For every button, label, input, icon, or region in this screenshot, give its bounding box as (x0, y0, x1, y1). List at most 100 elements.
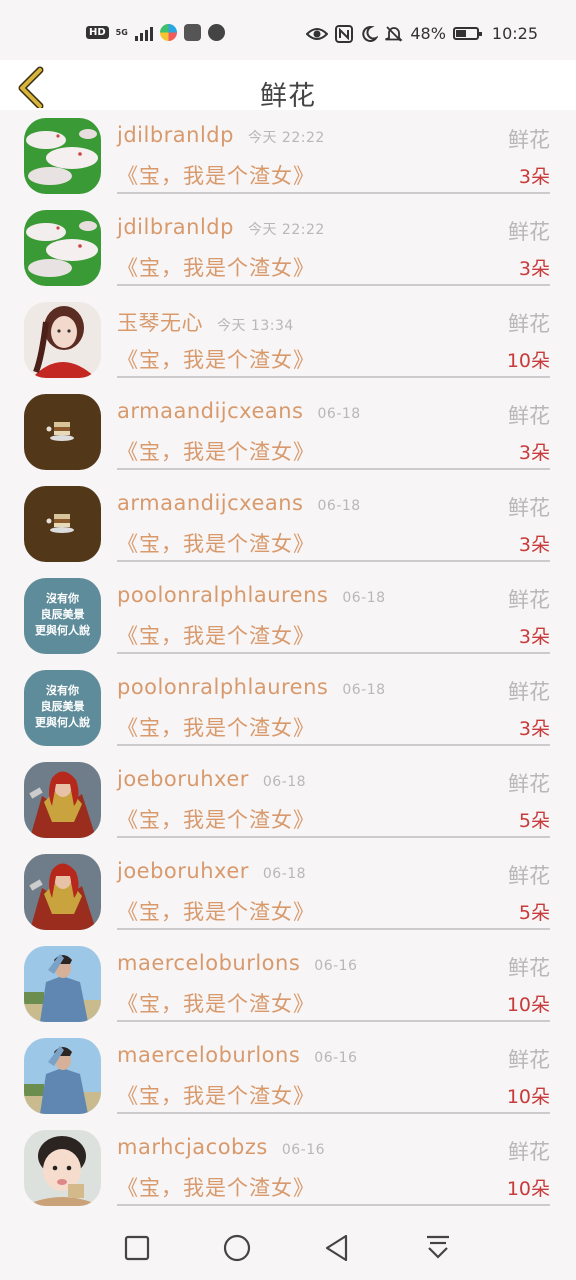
list-item[interactable]: maerceloburlons 06-16 鲜花 《宝，我是个渣女》 10朵 (0, 938, 576, 1030)
avatar[interactable] (24, 486, 101, 562)
list-item[interactable]: armaandijcxeans 06-18 鲜花 《宝，我是个渣女》 3朵 (0, 478, 576, 570)
list-item[interactable]: 沒有你良辰美景更與何人說 poolonralphlaurens 06-18 鲜花《宝，… (0, 570, 576, 662)
work-title[interactable]: 《宝，我是个渣女》 (117, 1080, 315, 1110)
list-item[interactable]: armaandijcxeans 06-18 鲜花 《宝，我是个渣女》 3朵 (0, 386, 576, 478)
work-title[interactable]: 《宝，我是个渣女》 (117, 620, 315, 650)
gift-count: 3朵 (518, 258, 550, 280)
svg-text:沒有你: 沒有你 (46, 591, 79, 605)
avatar[interactable] (24, 946, 101, 1022)
gift-type: 鲜花 (508, 404, 550, 428)
work-title[interactable]: 《宝，我是个渣女》 (117, 804, 315, 834)
work-title[interactable]: 《宝，我是个渣女》 (117, 160, 315, 190)
gift-count: 10朵 (506, 350, 550, 372)
silent-bell-icon (385, 25, 404, 42)
work-title[interactable]: 《宝，我是个渣女》 (117, 528, 315, 558)
divider (117, 468, 550, 470)
work-title[interactable]: 《宝，我是个渣女》 (117, 252, 315, 282)
gift-count: 3朵 (518, 718, 550, 740)
gift-count: 10朵 (506, 1086, 550, 1108)
network-type: 5G (115, 27, 128, 37)
moon-icon (362, 25, 379, 42)
username[interactable]: marhcjacobzs (117, 1135, 268, 1159)
list-item[interactable]: jdilbranldp 今天 22:22 鲜花《宝，我是个渣女》 3朵 (0, 202, 576, 294)
sender-name[interactable]: jdilbranldp 今天 22:22 (117, 123, 325, 147)
username[interactable]: armaandijcxeans (117, 491, 304, 515)
status-right: 48% 10:25 (306, 24, 538, 43)
work-title[interactable]: 《宝，我是个渣女》 (117, 344, 315, 374)
username[interactable]: armaandijcxeans (117, 399, 304, 423)
username[interactable]: poolonralphlaurens (117, 675, 328, 699)
timestamp: 06-16 (314, 1050, 358, 1066)
avatar[interactable] (24, 1038, 101, 1114)
sender-name[interactable]: poolonralphlaurens 06-18 (117, 583, 386, 607)
avatar[interactable] (24, 762, 101, 838)
sender-name[interactable]: poolonralphlaurens 06-18 (117, 675, 386, 699)
gift-type: 鲜花 (508, 680, 550, 704)
list-item[interactable]: joeboruhxer 06-18 鲜花 《宝，我是个渣女》 5朵 (0, 846, 576, 938)
svg-text:更與何人說: 更與何人說 (35, 715, 90, 729)
avatar[interactable] (24, 854, 101, 930)
avatar[interactable] (24, 118, 101, 194)
username[interactable]: poolonralphlaurens (117, 583, 328, 607)
sender-name[interactable]: joeboruhxer 06-18 (117, 767, 306, 791)
username[interactable]: 玉琴无心 (117, 311, 203, 335)
hd-badge: HD (86, 26, 109, 39)
username[interactable]: maerceloburlons (117, 1043, 300, 1067)
list-item[interactable]: jdilbranldp 今天 22:22 鲜花 《宝，我是个渣女》 3朵 (0, 110, 576, 202)
timestamp: 06-18 (342, 682, 386, 698)
username[interactable]: joeboruhxer (117, 767, 249, 791)
list-item[interactable]: joeboruhxer 06-18 鲜花 《宝，我是个渣女》 5朵 (0, 754, 576, 846)
gift-type: 鲜花 (508, 128, 550, 152)
divider (117, 284, 550, 286)
triangle-back-icon[interactable] (322, 1233, 352, 1263)
page-title: 鲜花 (260, 81, 316, 112)
sender-name[interactable]: joeboruhxer 06-18 (117, 859, 306, 883)
svg-text:良辰美景: 良辰美景 (41, 607, 85, 621)
avatar[interactable] (24, 1130, 101, 1206)
system-nav-bar (0, 1215, 576, 1280)
avatar[interactable] (24, 394, 101, 470)
circle-home-icon[interactable] (222, 1233, 252, 1263)
avatar[interactable] (24, 210, 101, 286)
avatar[interactable] (24, 302, 101, 378)
work-title[interactable]: 《宝，我是个渣女》 (117, 1172, 315, 1202)
list-item[interactable]: 玉琴无心 今天 13:34 鲜花 《宝，我是个渣女》 10朵 (0, 294, 576, 386)
square-icon[interactable] (122, 1233, 152, 1263)
sender-name[interactable]: 玉琴无心 今天 13:34 (117, 307, 294, 337)
nfc-icon (335, 24, 354, 43)
work-title[interactable]: 《宝，我是个渣女》 (117, 896, 315, 926)
svg-text:良辰美景: 良辰美景 (41, 699, 85, 713)
sender-name[interactable]: armaandijcxeans 06-18 (117, 399, 361, 423)
username[interactable]: jdilbranldp (117, 123, 234, 147)
gift-count: 5朵 (518, 902, 550, 924)
gift-record-list[interactable]: jdilbranldp 今天 22:22 鲜花 《宝，我是个渣女》 3朵 jdilbran… (0, 110, 576, 1215)
gift-type: 鲜花 (508, 588, 550, 612)
avatar[interactable]: 沒有你 良辰美景 更與何人說 (24, 670, 101, 746)
gift-count: 10朵 (506, 1178, 550, 1200)
sender-name[interactable]: marhcjacobzs 06-16 (117, 1135, 325, 1159)
work-title[interactable]: 《宝，我是个渣女》 (117, 436, 315, 466)
list-item[interactable]: 沒有你 良辰美景 更與何人說 poolonralphlaurens 06-18 鲜花 《宝，… (0, 662, 576, 754)
svg-text:更與何人說: 更與何人說 (35, 623, 90, 637)
sender-name[interactable]: maerceloburlons 06-16 (117, 1043, 357, 1067)
sender-name[interactable]: armaandijcxeans 06-18 (117, 491, 361, 515)
list-item[interactable]: marhcjacobzs 06-16 鲜花 《宝，我是个渣女》 10朵 (0, 1122, 576, 1214)
gift-type: 鲜花 (508, 1048, 550, 1072)
status-bar: HD 5G 48% 10:25 (0, 0, 576, 60)
timestamp: 06-18 (317, 498, 361, 514)
work-title[interactable]: 《宝，我是个渣女》 (117, 988, 315, 1018)
divider (117, 192, 550, 194)
avatar[interactable]: 沒有你良辰美景更與何人說 (24, 578, 101, 654)
list-item[interactable]: maerceloburlons 06-16 鲜花《宝，我是个渣女》 10朵 (0, 1030, 576, 1122)
username[interactable]: maerceloburlons (117, 951, 300, 975)
username[interactable]: jdilbranldp (117, 215, 234, 239)
sender-name[interactable]: maerceloburlons 06-16 (117, 951, 357, 975)
timestamp: 今天 13:34 (217, 318, 294, 334)
work-title[interactable]: 《宝，我是个渣女》 (117, 712, 315, 742)
notification-pull-icon[interactable] (423, 1233, 453, 1263)
gift-type: 鲜花 (508, 220, 550, 244)
eye-icon (306, 27, 329, 40)
battery-percent: 48% (410, 24, 446, 43)
sender-name[interactable]: jdilbranldp 今天 22:22 (117, 215, 325, 239)
username[interactable]: joeboruhxer (117, 859, 249, 883)
